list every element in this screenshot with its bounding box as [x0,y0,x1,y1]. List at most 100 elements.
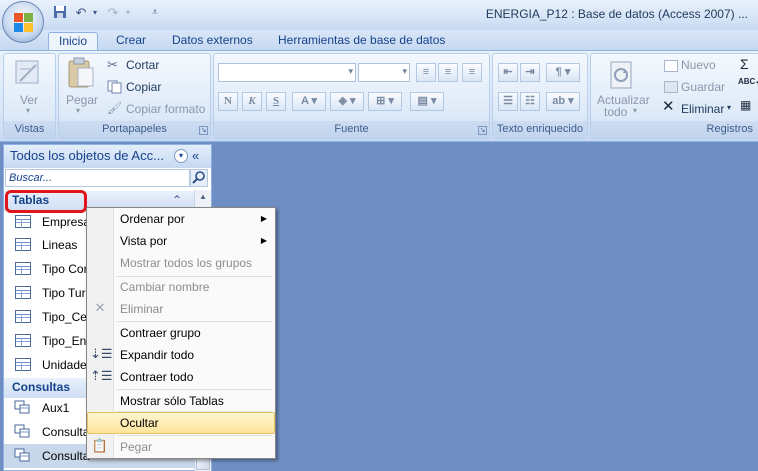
table-icon [15,286,31,299]
menu-item-label: Contraer todo [120,370,194,384]
menu-item-expandir-todo[interactable]: Expandir todo [87,344,275,366]
font-size-combo[interactable] [358,63,410,82]
search-icon[interactable] [190,169,208,187]
nav-item-label: Aux1 [42,401,70,415]
align-center-icon[interactable]: ≡ [438,63,458,82]
menu-item-contraer-todo[interactable]: Contraer todo [87,366,275,388]
view-button[interactable]: Ver [20,93,38,107]
spelling-icon[interactable]: ABC✓ [738,77,758,86]
nav-item-label: Tipo Cor [42,262,88,276]
menu-item-label: Mostrar sólo Tablas [120,394,224,408]
delete-dropdown-icon[interactable]: ▾ [727,103,731,112]
nav-header[interactable]: Todos los objetos de Acc... ▾ « [4,145,211,168]
group-registros-label: Registros [591,121,758,138]
align-left-icon[interactable]: ≡ [416,63,436,82]
nav-item-label: Empresa [42,215,91,229]
highlight-icon[interactable]: ab ▾ [546,92,580,111]
menu-item-pegar: Pegar [87,436,275,458]
fuente-launcher-icon[interactable]: ↘ [478,126,487,135]
menu-item-vista-por[interactable]: Vista por ▶ [87,230,275,252]
menu-item-mostrar-solo-tablas[interactable]: Mostrar sólo Tablas [87,390,275,412]
menu-item-eliminar: Eliminar [87,298,275,320]
font-color-icon[interactable]: A ▾ [292,92,326,111]
tab-herramientas[interactable]: Herramientas de base de datos [268,32,455,50]
table-icon [15,215,31,228]
gridlines-icon[interactable]: ⊞ ▾ [368,92,402,111]
submenu-arrow-icon: ▶ [260,214,267,223]
nav-section-consultas-label: Consultas [12,380,71,394]
save-icon[interactable] [52,5,68,21]
format-painter-button[interactable]: Copiar formato [126,102,205,116]
table-icon [15,358,31,371]
office-logo-icon [14,13,33,32]
scroll-up-icon[interactable]: ▲ [196,192,210,206]
menu-item-mostrar-todos: Mostrar todos los grupos [87,252,275,274]
nav-item-label: Consulta [42,449,90,463]
menu-item-label: Ordenar por [120,212,185,226]
annotation-highlight-box [5,190,87,213]
redo-dropdown-icon: ▾ [125,8,130,17]
query-icon [14,400,30,414]
decrease-indent-icon[interactable]: ⇤ [498,63,518,82]
nav-item-label: Tipo Turb [42,286,93,300]
menu-item-label: Contraer grupo [120,326,201,340]
nav-item-label: Unidade [42,358,87,372]
save-record-button[interactable]: Guardar [681,80,725,94]
table-icon [15,310,31,323]
portapapeles-launcher-icon[interactable]: ↘ [199,126,208,135]
menu-item-contraer-grupo[interactable]: Contraer grupo [87,322,275,344]
paste-button[interactable]: Pegar [66,93,98,107]
italic-icon[interactable]: K [242,92,262,111]
nav-menu-dropdown-icon[interactable]: ▾ [174,149,188,163]
fill-color-icon[interactable]: ◈ ▾ [330,92,364,111]
increase-indent-icon[interactable]: ⇥ [520,63,540,82]
nav-item-label: Tipo_Cer [42,310,91,324]
delete-button[interactable]: Eliminar [681,102,724,116]
refresh-dropdown-icon[interactable]: ▾ [633,106,637,115]
table-icon [15,334,31,347]
tab-crear[interactable]: Crear [106,32,156,50]
align-right-icon[interactable]: ≡ [462,63,482,82]
group-texto-enriquecido-label: Texto enriquecido [493,121,587,138]
bold-icon[interactable]: N [218,92,238,111]
numbering-icon[interactable]: ☷ [520,92,540,111]
font-name-combo[interactable] [218,63,356,82]
menu-item-label: Pegar [120,440,153,454]
new-record-button[interactable]: Nuevo [681,58,716,72]
copy-icon [107,80,122,94]
office-button[interactable] [2,1,44,43]
menu-item-ordenar-por[interactable]: Ordenar por ▶ [87,208,275,230]
tab-inicio[interactable]: Inicio [48,32,99,50]
paste-dropdown-icon[interactable]: ▾ [76,106,80,115]
paste-icon[interactable] [66,56,96,90]
tab-datos-externos[interactable]: Datos externos [162,32,263,50]
customize-qat-icon[interactable]: ⩡ [147,5,163,21]
menu-item-label: Mostrar todos los grupos [120,256,253,270]
view-dropdown-icon[interactable]: ▾ [26,106,30,115]
nav-item-label: Lineas [42,238,78,252]
alternate-fill-icon[interactable]: ▤ ▾ [410,92,444,111]
underline-icon[interactable]: S [266,92,286,111]
scissors-icon: ✂ [107,57,118,72]
cut-button[interactable]: Cortar [126,58,159,72]
refresh-all-label: todo [604,105,628,119]
refresh-icon[interactable] [607,59,637,91]
shutter-bar-close-icon[interactable]: « [192,145,199,167]
nav-item-label: Consulta [42,425,90,439]
group-vistas-label: Vistas [4,121,55,138]
nav-search-input[interactable]: Buscar... [5,169,190,187]
group-fuente-label: Fuente [214,121,489,138]
menu-item-label: Expandir todo [120,348,195,362]
delete-icon: ✕ [662,98,675,115]
view-icon[interactable] [12,57,44,89]
menu-item-cambiar-nombre: Cambiar nombre [87,276,275,298]
totals-icon[interactable]: Σ [740,56,749,72]
table-icon [15,238,31,251]
query-icon [14,448,30,462]
paragraph-direction-icon[interactable]: ¶ ▾ [546,63,580,82]
bullets-icon[interactable]: ☰ [498,92,518,111]
undo-dropdown-icon[interactable]: ▾ [87,5,103,21]
menu-item-ocultar[interactable]: Ocultar [87,412,275,434]
copy-button[interactable]: Copiar [126,80,161,94]
more-icon[interactable]: ▦ [740,98,751,112]
